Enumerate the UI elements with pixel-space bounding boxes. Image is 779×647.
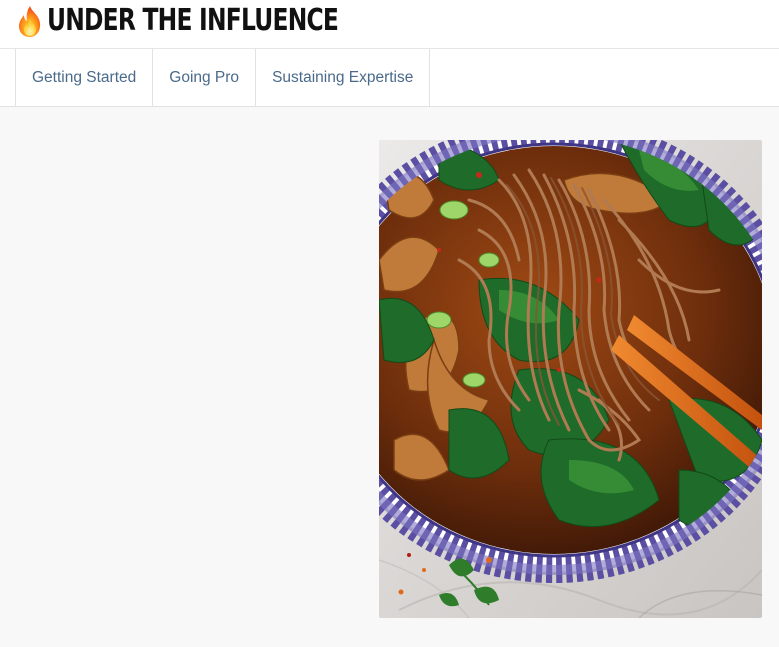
site-logo-link[interactable]: UNDER THE INFLUENCE [15, 3, 420, 39]
nav-item-getting-started[interactable]: Getting Started [16, 49, 154, 106]
site-header: UNDER THE INFLUENCE [0, 0, 779, 49]
site-title: UNDER THE INFLUENCE [47, 3, 339, 38]
soba-noodle-soup-photo[interactable] [379, 140, 762, 618]
content-area [0, 107, 779, 647]
nav-item-sustaining-expertise[interactable]: Sustaining Expertise [256, 49, 431, 106]
main-navigation: Getting Started Going Pro Sustaining Exp… [0, 49, 779, 107]
flame-icon [15, 4, 45, 38]
nav-item-going-pro[interactable]: Going Pro [153, 49, 257, 106]
page: UNDER THE INFLUENCE Getting Started Goin… [0, 0, 779, 647]
nav-list: Getting Started Going Pro Sustaining Exp… [15, 49, 431, 106]
